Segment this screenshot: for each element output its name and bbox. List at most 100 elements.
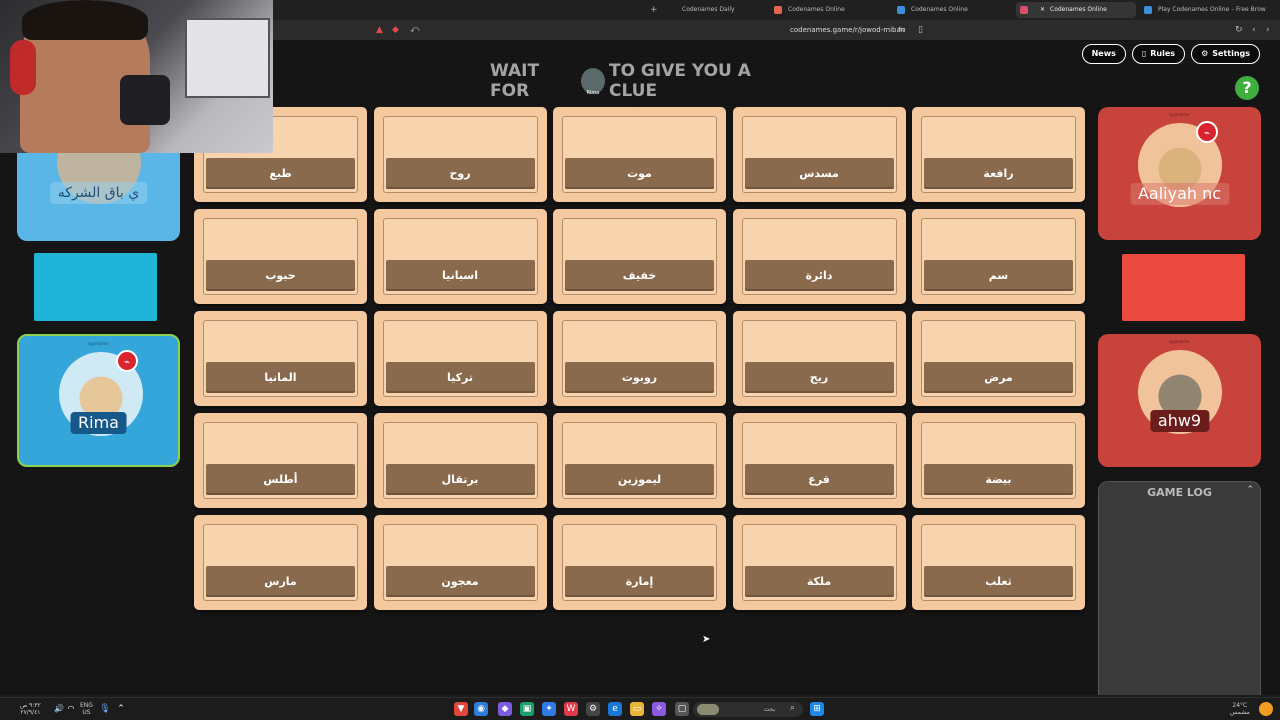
chevron-up-icon[interactable]: ⌃ (114, 702, 128, 716)
gear-icon: ⚙ (1201, 49, 1209, 58)
player-name: Aaliyah nc (1129, 183, 1230, 205)
app-icon[interactable]: ✦ (542, 702, 556, 716)
word-card[interactable]: معجون (373, 515, 547, 610)
word-card[interactable]: اسبانيا (373, 209, 547, 304)
word-card[interactable]: دائرة (732, 209, 906, 304)
tab-codenames-online-active[interactable]: ✕ Codenames Online (1016, 2, 1136, 18)
card-word: المانيا (206, 362, 355, 393)
card-word: رافعة (924, 158, 1073, 189)
help-button[interactable]: ? (1235, 76, 1259, 100)
word-card[interactable]: برتقال (373, 413, 547, 508)
player-role: spymaster (1168, 112, 1191, 117)
microphone-icon[interactable]: 🎙 (98, 702, 112, 716)
word-card[interactable]: روبوت (553, 311, 726, 406)
word-card[interactable]: تركيا (373, 311, 547, 406)
rules-button[interactable]: ▯ Rules (1131, 44, 1186, 64)
card-word: ليموزين (565, 464, 714, 495)
player-name: Rima (70, 412, 127, 434)
word-card[interactable]: رافعة (912, 107, 1085, 202)
app-icon[interactable]: W (564, 702, 578, 716)
tab-play-codenames[interactable]: Play Codenames Online – Free Brow (1140, 2, 1280, 18)
word-card[interactable]: قرع (732, 413, 906, 508)
task-view-icon[interactable]: ▢ (675, 702, 689, 716)
language-indicator[interactable]: ENG US (80, 702, 93, 716)
clock[interactable]: ٩:٣٢ ص ٢٧/٩/٤١ (20, 702, 41, 716)
player-name: ahw9 (1149, 410, 1210, 432)
tab-codenames-online-2[interactable]: Codenames Online (893, 2, 1011, 18)
disconnected-wifi-icon: ⌁ (1196, 121, 1218, 143)
word-card[interactable]: إمارة (553, 515, 726, 610)
word-card[interactable]: مارس (194, 515, 367, 610)
clue-banner: WAIT FOR Rima TO GIVE YOU A CLUE (490, 61, 790, 101)
back-icon[interactable]: ‹ (1252, 24, 1256, 36)
word-card[interactable]: ليموزين (553, 413, 726, 508)
word-card[interactable]: المانيا (194, 311, 367, 406)
word-card[interactable]: ريح (732, 311, 906, 406)
search-icon: ⌕ (789, 703, 795, 713)
clock-time: ٩:٣٢ ص (20, 702, 41, 709)
card-word: موت (565, 158, 714, 189)
url-field[interactable]: codenames.game/r/jowod-miban (790, 24, 905, 36)
card-word: سم (924, 260, 1073, 291)
settings-gear-icon[interactable]: ⚙ (586, 702, 600, 716)
windows-start-icon[interactable]: ⊞ (810, 702, 824, 716)
bookmark-icon[interactable]: ▯ (918, 24, 923, 36)
game-log-title: GAME LOG (1147, 486, 1212, 499)
word-card[interactable]: مرض (912, 311, 1085, 406)
word-card[interactable]: خفيف (553, 209, 726, 304)
microphone-icon (120, 75, 170, 125)
tab-title: Codenames Online (911, 6, 968, 13)
forward-icon[interactable]: › (1266, 24, 1270, 36)
edge-icon[interactable]: e (608, 702, 622, 716)
reload-icon[interactable]: ↻ (1235, 24, 1243, 36)
search-box[interactable]: بحث ⌕ (693, 702, 803, 717)
word-card[interactable]: أطلس (194, 413, 367, 508)
word-card[interactable]: سم (912, 209, 1085, 304)
new-tab-button[interactable]: + (650, 2, 658, 18)
settings-button[interactable]: ⚙ Settings (1191, 44, 1260, 64)
streamer-hair (22, 0, 148, 40)
app-icon[interactable]: ▣ (520, 702, 534, 716)
word-card[interactable]: مسدس (732, 107, 906, 202)
tune-icon[interactable]: ⇋ (898, 24, 906, 36)
card-word: مسدس (744, 158, 894, 189)
weather-description: مشمس (1230, 709, 1250, 716)
brave-rewards-icon[interactable]: ◆ (392, 24, 399, 36)
tab-codenames-daily[interactable]: Codenames Daily (664, 2, 774, 18)
word-card[interactable]: بيضة (912, 413, 1085, 508)
card-word: روبوت (565, 362, 714, 393)
share-icon[interactable]: ⤺ (410, 24, 420, 36)
settings-label: Settings (1212, 49, 1250, 58)
card-board: طبع روح موت مسدس رافعة حبوب اسبانيا خفيف دائرة سم… (194, 107, 1085, 610)
word-card[interactable]: موت (553, 107, 726, 202)
search-highlight-icon (697, 704, 719, 715)
wifi-icon[interactable]: ◠ (64, 702, 78, 716)
chevron-up-icon[interactable]: ⌃ (1246, 485, 1254, 495)
search-placeholder: بحث (763, 706, 775, 713)
close-icon[interactable]: ✕ (1040, 2, 1045, 18)
card-word: خفيف (565, 260, 714, 291)
player-name: ي باق الشركه (49, 182, 148, 204)
brave-shield-icon[interactable]: ▲ (376, 24, 383, 36)
codenames-favicon-icon (1144, 6, 1152, 14)
red-team-score-panel (1122, 254, 1245, 321)
weather-widget[interactable]: 24°C مشمس (1230, 702, 1250, 716)
tab-title: Play Codenames Online – Free Brow (1158, 6, 1266, 13)
browser-icon[interactable]: ◉ (474, 702, 488, 716)
mouse-cursor-icon: ➤ (702, 634, 711, 645)
card-word: مارس (206, 566, 355, 597)
word-card[interactable]: حبوب (194, 209, 367, 304)
brave-icon[interactable]: ▼ (454, 702, 468, 716)
tab-codenames-online-1[interactable]: Codenames Online (770, 2, 888, 18)
word-card[interactable]: ملكة (732, 515, 906, 610)
card-word: برتقال (385, 464, 535, 495)
file-explorer-icon[interactable]: ▭ (630, 702, 644, 716)
banner-prefix: WAIT FOR (490, 61, 540, 101)
word-card[interactable]: روح (373, 107, 547, 202)
news-button[interactable]: News (1081, 44, 1126, 64)
word-card[interactable]: ثعلب (912, 515, 1085, 610)
tab-title: Codenames Daily (682, 6, 735, 13)
teams-icon[interactable]: ◆ (498, 702, 512, 716)
copilot-icon[interactable]: ✧ (652, 702, 666, 716)
headset-icon (10, 40, 36, 95)
